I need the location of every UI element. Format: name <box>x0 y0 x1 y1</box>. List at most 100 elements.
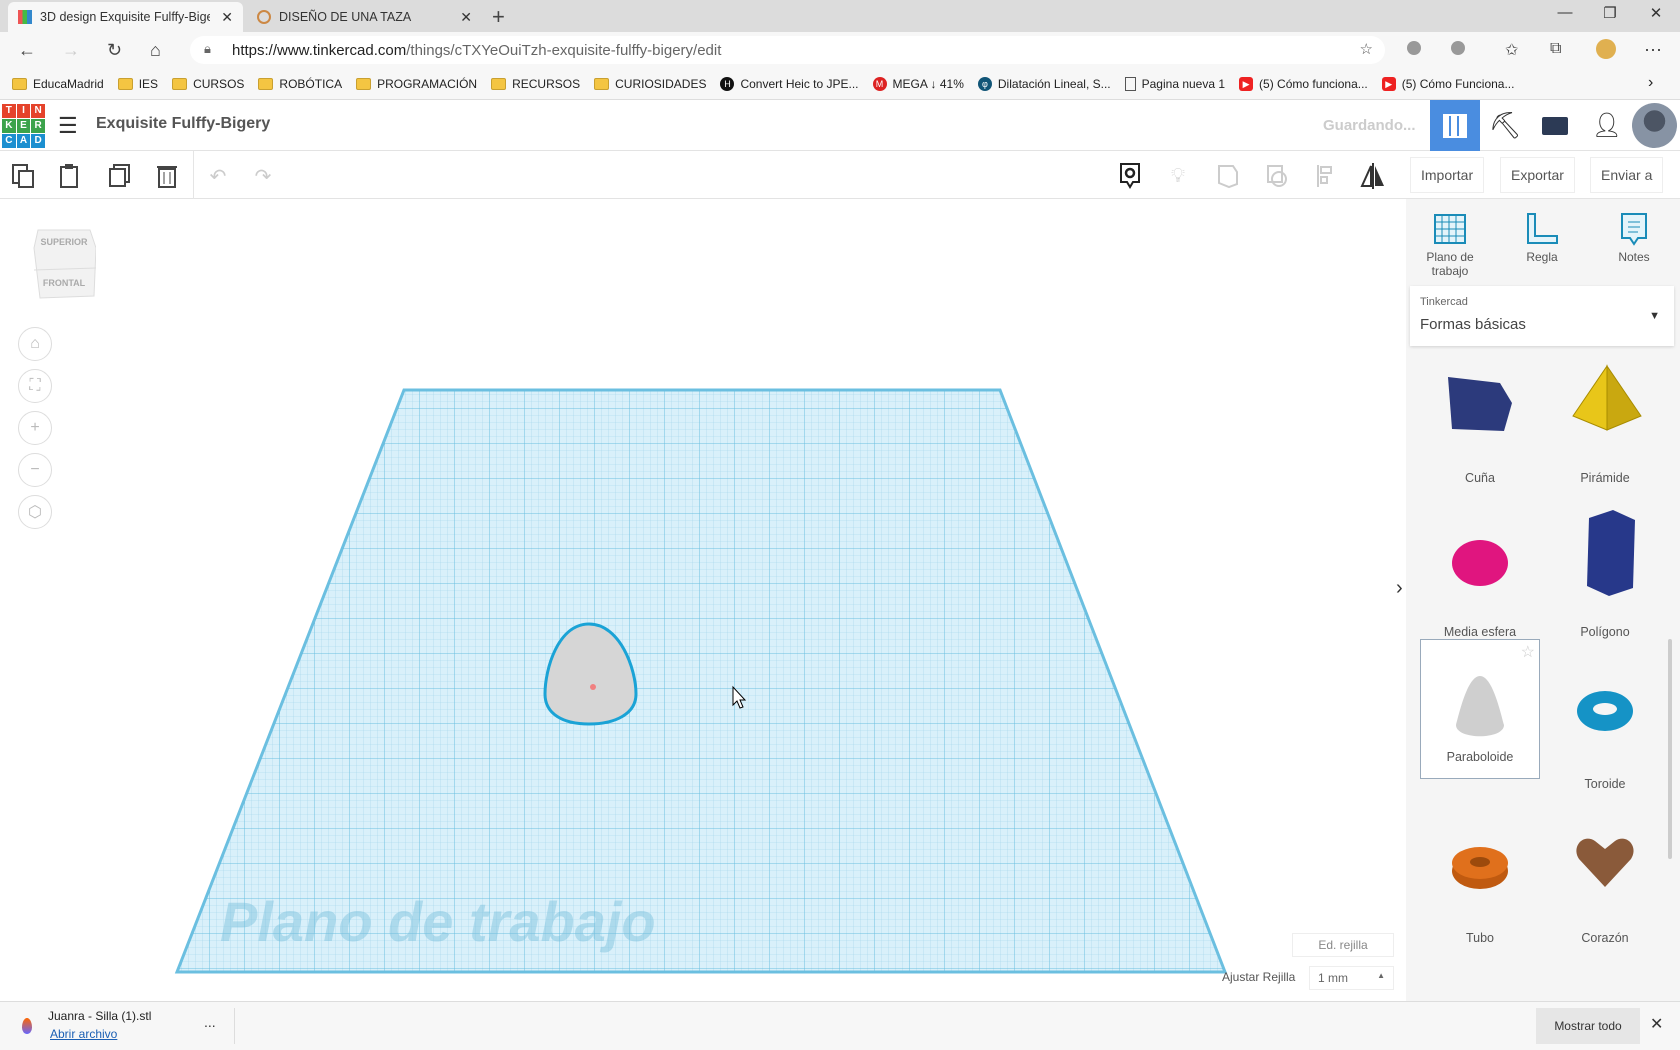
forward-icon[interactable]: → <box>62 40 80 61</box>
bookmark[interactable]: Pagina nueva 1 <box>1124 76 1225 91</box>
undo-icon[interactable]: ↶ <box>203 161 233 191</box>
3d-viewport[interactable]: SUPERIOR FRONTAL ⌂ ⛶ + − ⬡ Plano de trab… <box>0 199 1406 1001</box>
home-icon[interactable]: ⌂ <box>150 40 161 61</box>
folder-icon <box>491 77 507 90</box>
mirror-icon[interactable] <box>1358 161 1388 191</box>
logo-letter: D <box>31 134 45 148</box>
tinkercad-header: TIN KER CAD ☰ Exquisite Fulffy-Bigery Gu… <box>0 100 1680 151</box>
add-favorite-icon[interactable]: ☆ <box>1360 40 1373 58</box>
logo-letter: K <box>2 119 16 133</box>
panel-scrollbar[interactable] <box>1668 639 1672 859</box>
workplane-grid-icon <box>1434 214 1466 244</box>
import-button[interactable]: Importar <box>1410 157 1485 193</box>
shape-pyramid[interactable]: Pirámide <box>1545 359 1665 499</box>
lightbulb-icon[interactable]: 💡︎ <box>1163 161 1193 191</box>
url-domain: https://www.tinkercad.com <box>232 41 407 59</box>
shape-label: Tubo <box>1465 931 1495 945</box>
design-title[interactable]: Exquisite Fulffy-Bigery <box>96 115 270 133</box>
close-tab-icon[interactable]: ✕ <box>460 9 472 26</box>
snap-grid-select[interactable]: 1 mm ▲ <box>1309 966 1394 990</box>
avatar[interactable] <box>1632 103 1677 148</box>
add-user-icon[interactable]: 👤︎ <box>1582 100 1632 151</box>
shape-label: Pirámide <box>1580 471 1630 485</box>
bricks-button[interactable] <box>1530 100 1580 151</box>
tab-title: 3D design Exquisite Fulffy-Bigery <box>40 10 210 24</box>
shape-half-sphere[interactable]: Media esfera <box>1420 513 1540 653</box>
favorite-star-icon[interactable]: ☆ <box>1521 642 1535 662</box>
back-icon[interactable]: ← <box>18 40 36 61</box>
bookmarks-overflow-icon[interactable]: › <box>1648 74 1653 92</box>
copy-icon[interactable] <box>8 161 38 191</box>
redo-icon[interactable]: ↷ <box>248 161 278 191</box>
bookmark[interactable]: RECURSOS <box>491 77 580 91</box>
edit-grid-button[interactable]: Ed. rejilla <box>1292 933 1394 957</box>
close-window-button[interactable]: ✕ <box>1636 4 1676 22</box>
tab-favicon <box>257 10 271 24</box>
notes-tool[interactable]: Notes <box>1594 211 1674 264</box>
tinkercad-favicon <box>18 10 32 24</box>
bookmark-label: MEGA ↓ 41% <box>892 76 964 91</box>
bookmark[interactable]: ROBÓTICA <box>258 77 342 91</box>
restore-button[interactable]: ❐ <box>1590 4 1630 22</box>
group-icon[interactable] <box>1213 161 1243 191</box>
shape-library-select[interactable]: Tinkercad Formas básicas ▼ <box>1410 286 1674 346</box>
shape-paraboloid[interactable]: Paraboloide ☆ <box>1420 639 1540 779</box>
collapse-panel-icon[interactable]: › <box>1396 577 1403 600</box>
bookmark[interactable]: M MEGA ↓ 41% <box>872 76 964 91</box>
shape-label: Paraboloide <box>1446 750 1514 764</box>
reload-icon[interactable]: ↻ <box>107 40 122 61</box>
bookmark[interactable]: IES <box>117 77 158 91</box>
shape-polygon[interactable]: Polígono <box>1545 510 1665 653</box>
extension-icon[interactable] <box>1451 41 1465 55</box>
bookmark[interactable]: ▶ (5) Cómo Funciona... <box>1381 76 1514 91</box>
tool-label: Plano de trabajo <box>1426 250 1474 278</box>
youtube-icon: ▶ <box>1239 76 1254 91</box>
library-value: Formas básicas <box>1420 316 1526 333</box>
bookmark[interactable]: φ Dilatación Lineal, S... <box>977 76 1111 91</box>
shape-wedge[interactable]: Cuña <box>1420 359 1540 499</box>
more-menu-icon[interactable]: ⋯ <box>1644 40 1662 61</box>
workplane[interactable] <box>0 199 1406 1001</box>
workplane-tool[interactable]: Plano de trabajo <box>1410 211 1490 278</box>
show-all-button[interactable]: Mostrar todo <box>1536 1008 1640 1044</box>
paste-icon[interactable] <box>55 161 85 191</box>
tab-taza[interactable]: DISEÑO DE UNA TAZA ✕ <box>247 2 482 32</box>
save-status: Guardando... <box>1323 117 1416 134</box>
bookmark[interactable]: PROGRAMACIÓN <box>356 77 477 91</box>
design-list-icon[interactable]: ☰ <box>58 113 78 139</box>
export-button[interactable]: Exportar <box>1500 157 1575 193</box>
align-icon[interactable] <box>1310 161 1340 191</box>
profile-calculator-icon[interactable] <box>1596 39 1616 59</box>
shape-tube[interactable]: Tubo <box>1420 819 1540 959</box>
duplicate-icon[interactable] <box>104 161 134 191</box>
collections-icon[interactable]: ⧉ <box>1550 40 1561 58</box>
delete-icon[interactable] <box>152 161 182 191</box>
extension-icon[interactable] <box>1407 41 1421 55</box>
pickaxe-icon[interactable]: ⛏ <box>1480 100 1530 151</box>
bookmark[interactable]: H Convert Heic to JPE... <box>720 76 859 91</box>
open-file-link[interactable]: Abrir archivo <box>50 1027 117 1041</box>
url-input[interactable]: 🔒︎ https://www.tinkercad.com/things/cTXY… <box>190 36 1385 64</box>
minimize-button[interactable]: — <box>1545 4 1585 21</box>
ruler-tool[interactable]: Regla <box>1502 211 1582 264</box>
bookmark[interactable]: ▶ (5) Cómo funciona... <box>1239 76 1368 91</box>
shape-torus[interactable]: Toroide <box>1545 665 1665 805</box>
bookmark[interactable]: CURIOSIDADES <box>594 77 706 91</box>
tinkercad-logo[interactable]: TIN KER CAD <box>2 104 45 148</box>
notes-toggle-icon[interactable] <box>1115 161 1145 191</box>
bookmark[interactable]: EducaMadrid <box>12 77 104 91</box>
folder-icon <box>594 77 610 90</box>
tab-tinkercad-design[interactable]: 3D design Exquisite Fulffy-Bigery ✕ <box>8 2 243 32</box>
logo-letter: E <box>16 119 31 133</box>
download-more-button[interactable]: ... <box>204 1014 216 1030</box>
close-download-bar-icon[interactable]: ✕ <box>1650 1014 1663 1034</box>
send-to-button[interactable]: Enviar a <box>1590 157 1664 193</box>
favorites-icon[interactable]: ✩ <box>1505 40 1518 60</box>
ungroup-icon[interactable] <box>1262 161 1292 191</box>
new-tab-button[interactable]: + <box>492 4 505 30</box>
shape-heart[interactable]: Corazón <box>1545 819 1665 959</box>
bookmark[interactable]: CURSOS <box>172 77 244 91</box>
shapes-panel: Plano de trabajo Regla Notes Tinkercad F… <box>1406 199 1680 1001</box>
3d-design-view-button[interactable] <box>1430 100 1480 151</box>
close-tab-icon[interactable]: ✕ <box>221 9 233 26</box>
